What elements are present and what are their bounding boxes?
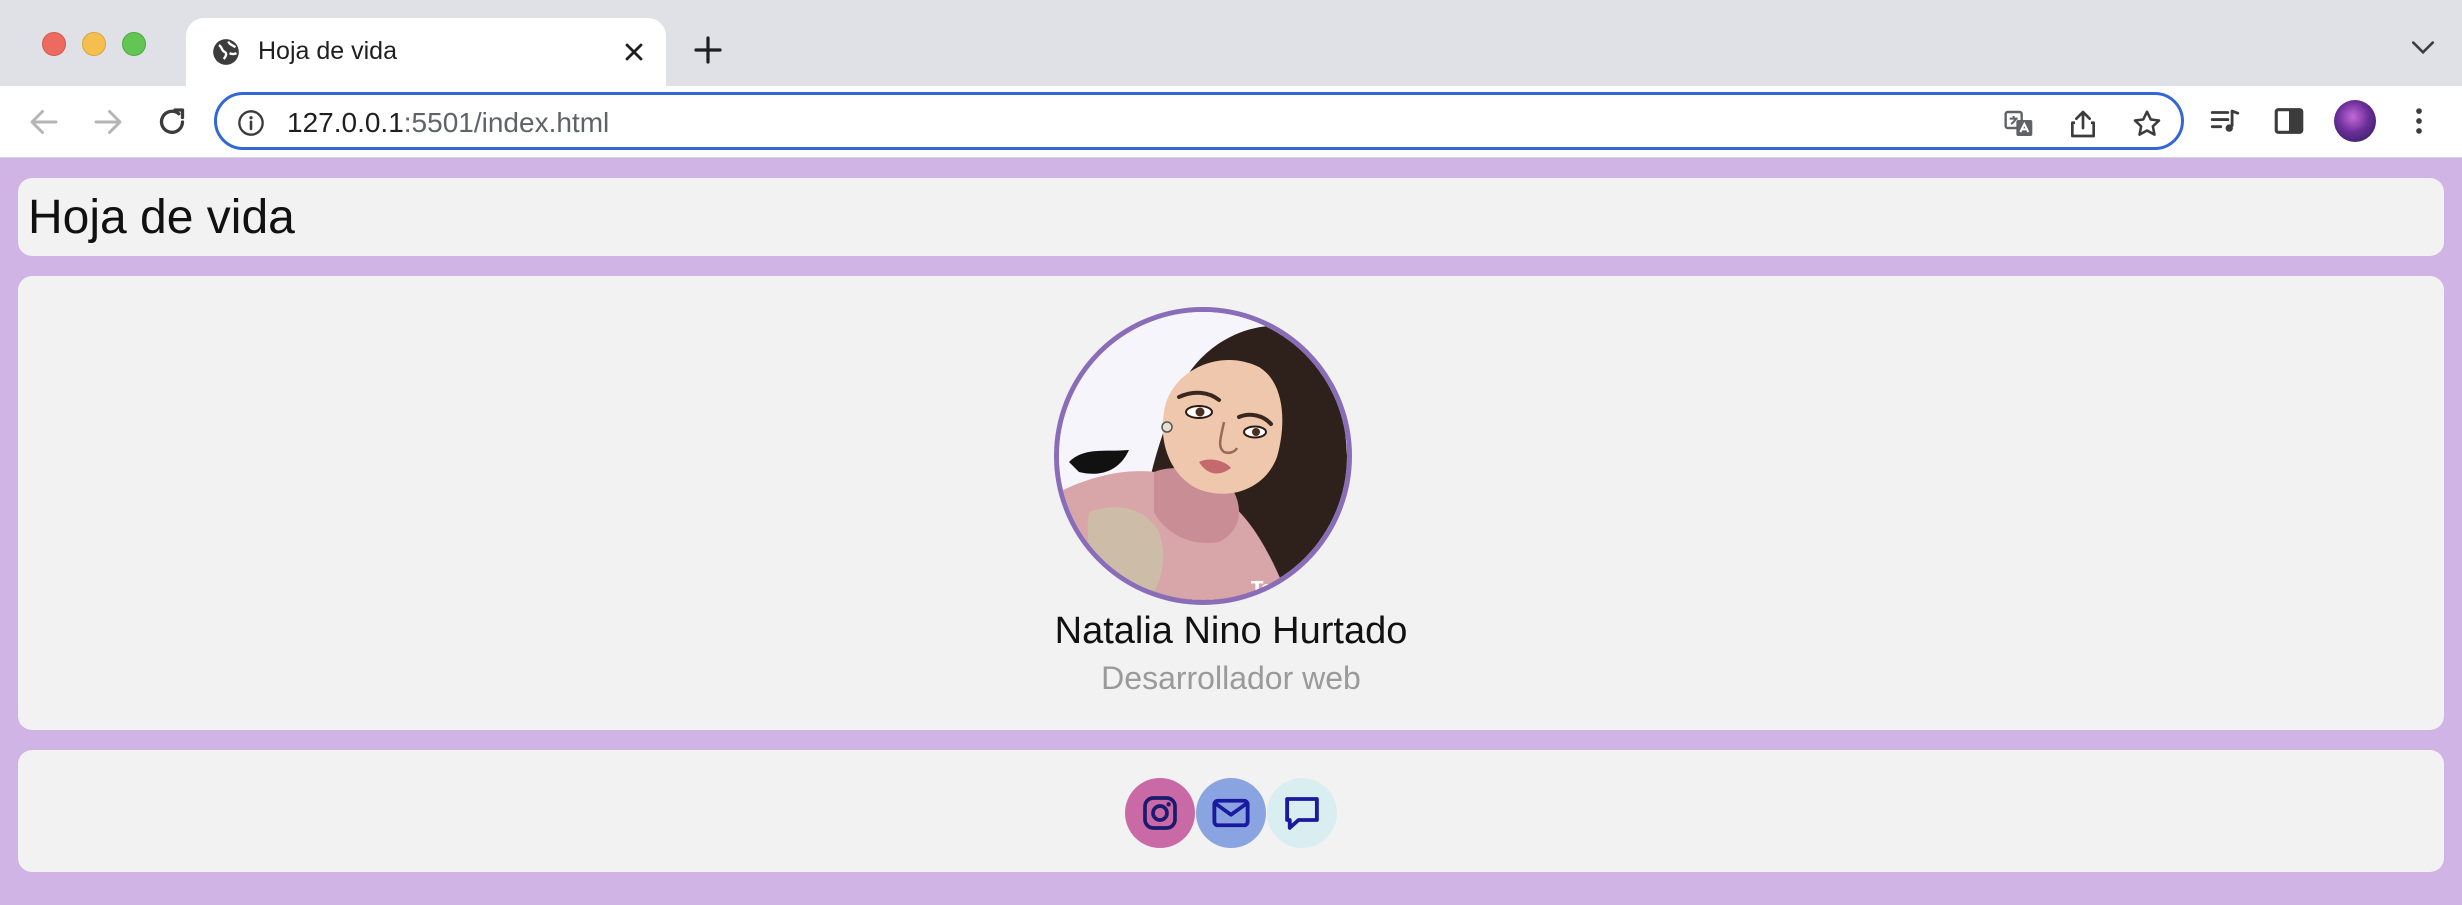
profile-card: Te Natalia Nino Hurtado Desarrollador we… bbox=[18, 276, 2444, 730]
social-links-card bbox=[18, 750, 2444, 872]
portrait-illustration: Te bbox=[1059, 312, 1347, 600]
share-icon[interactable] bbox=[2067, 108, 2099, 140]
svg-text:Te: Te bbox=[1251, 578, 1273, 599]
minimize-window-button[interactable] bbox=[82, 32, 106, 56]
page-header: Hoja de vida bbox=[18, 178, 2444, 256]
translate-icon[interactable] bbox=[2003, 108, 2035, 140]
new-tab-icon[interactable] bbox=[692, 34, 724, 66]
page-title: Hoja de vida bbox=[28, 191, 295, 244]
side-panel-icon[interactable] bbox=[2272, 104, 2306, 138]
person-role: Desarrollador web bbox=[1101, 660, 1361, 696]
mail-icon bbox=[1212, 798, 1250, 828]
close-tab-icon[interactable] bbox=[620, 38, 648, 66]
globe-icon bbox=[213, 39, 239, 65]
back-arrow-icon[interactable] bbox=[26, 104, 62, 140]
url-text: 127.0.0.1:5501/index.html bbox=[287, 107, 609, 139]
chat-icon bbox=[1285, 797, 1319, 830]
url-path: :5501/index.html bbox=[403, 107, 610, 138]
chat-link[interactable] bbox=[1267, 778, 1337, 848]
close-window-button[interactable] bbox=[42, 32, 66, 56]
browser-tab-strip: Hoja de vida bbox=[0, 0, 2462, 86]
bookmark-star-icon[interactable] bbox=[2131, 108, 2163, 140]
address-bar[interactable]: 127.0.0.1:5501/index.html bbox=[214, 92, 2184, 150]
person-name: Natalia Nino Hurtado bbox=[1054, 610, 1408, 652]
email-link[interactable] bbox=[1196, 778, 1266, 848]
browser-tab[interactable]: Hoja de vida bbox=[186, 18, 666, 86]
reload-icon[interactable] bbox=[154, 104, 190, 140]
maximize-window-button[interactable] bbox=[122, 32, 146, 56]
instagram-link[interactable] bbox=[1125, 778, 1195, 848]
instagram-icon bbox=[1143, 796, 1177, 830]
media-queue-icon[interactable] bbox=[2208, 104, 2242, 138]
info-icon[interactable] bbox=[237, 109, 265, 137]
url-host: 127.0.0.1 bbox=[287, 107, 404, 138]
forward-arrow-icon[interactable] bbox=[90, 104, 126, 140]
tab-title: Hoja de vida bbox=[258, 37, 397, 65]
profile-photo: Te bbox=[1054, 307, 1352, 605]
profile-avatar[interactable] bbox=[2334, 100, 2376, 142]
browser-toolbar: 127.0.0.1:5501/index.html bbox=[0, 86, 2462, 158]
more-options-icon[interactable] bbox=[2402, 104, 2436, 138]
chevron-down-icon[interactable] bbox=[2410, 38, 2436, 58]
